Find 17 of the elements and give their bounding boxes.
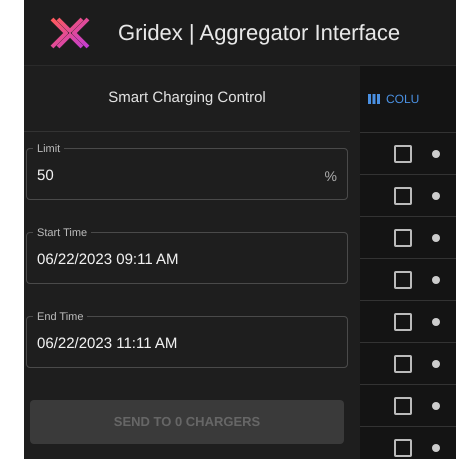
- row-checkbox[interactable]: [394, 354, 412, 372]
- row-checkbox[interactable]: [394, 312, 412, 330]
- row-checkbox[interactable]: [394, 438, 412, 456]
- logo-icon: [48, 16, 92, 50]
- columns-icon: [368, 94, 380, 104]
- app-title: Gridex | Aggregator Interface: [118, 19, 400, 47]
- field-value: 06/22/2023 11:11 AM: [37, 334, 178, 354]
- row-checkbox[interactable]: [394, 270, 412, 288]
- row-checkbox[interactable]: [394, 186, 412, 204]
- field-value: 50: [37, 166, 54, 186]
- columns-button[interactable]: COLU: [368, 90, 420, 108]
- row-checkbox[interactable]: [394, 228, 412, 246]
- field-value: 06/22/2023 09:11 AM: [37, 250, 179, 270]
- unit-label: %: [324, 166, 337, 186]
- row-checkbox[interactable]: [394, 144, 412, 162]
- panel-title: Smart Charging Control: [108, 88, 266, 108]
- row-checkbox[interactable]: [394, 396, 412, 414]
